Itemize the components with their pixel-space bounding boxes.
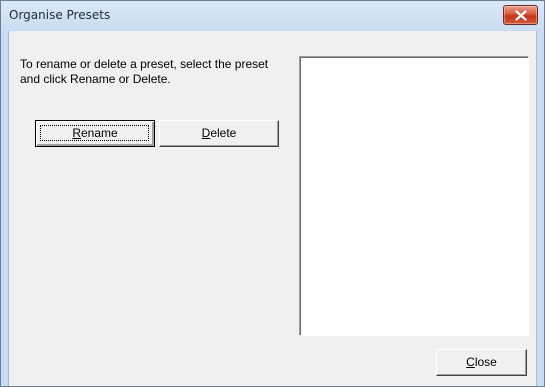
close-x-icon (515, 10, 527, 21)
window-close-button[interactable] (503, 5, 538, 25)
instructions-text: To rename or delete a preset, select the… (20, 57, 269, 86)
preset-list[interactable] (299, 56, 529, 336)
rename-button-label: Rename (72, 126, 118, 140)
rename-button[interactable]: Rename (35, 120, 155, 147)
dialog-body: To rename or delete a preset, select the… (8, 31, 537, 386)
close-button[interactable]: Close (436, 349, 527, 376)
delete-button[interactable]: Delete (159, 120, 279, 147)
title-bar[interactable]: Organise Presets (1, 1, 544, 31)
window-title: Organise Presets (9, 8, 111, 22)
organise-presets-dialog: Organise Presets To rename or delete a p… (0, 0, 545, 387)
close-button-label: Close (466, 355, 497, 369)
delete-button-label: Delete (201, 126, 237, 140)
